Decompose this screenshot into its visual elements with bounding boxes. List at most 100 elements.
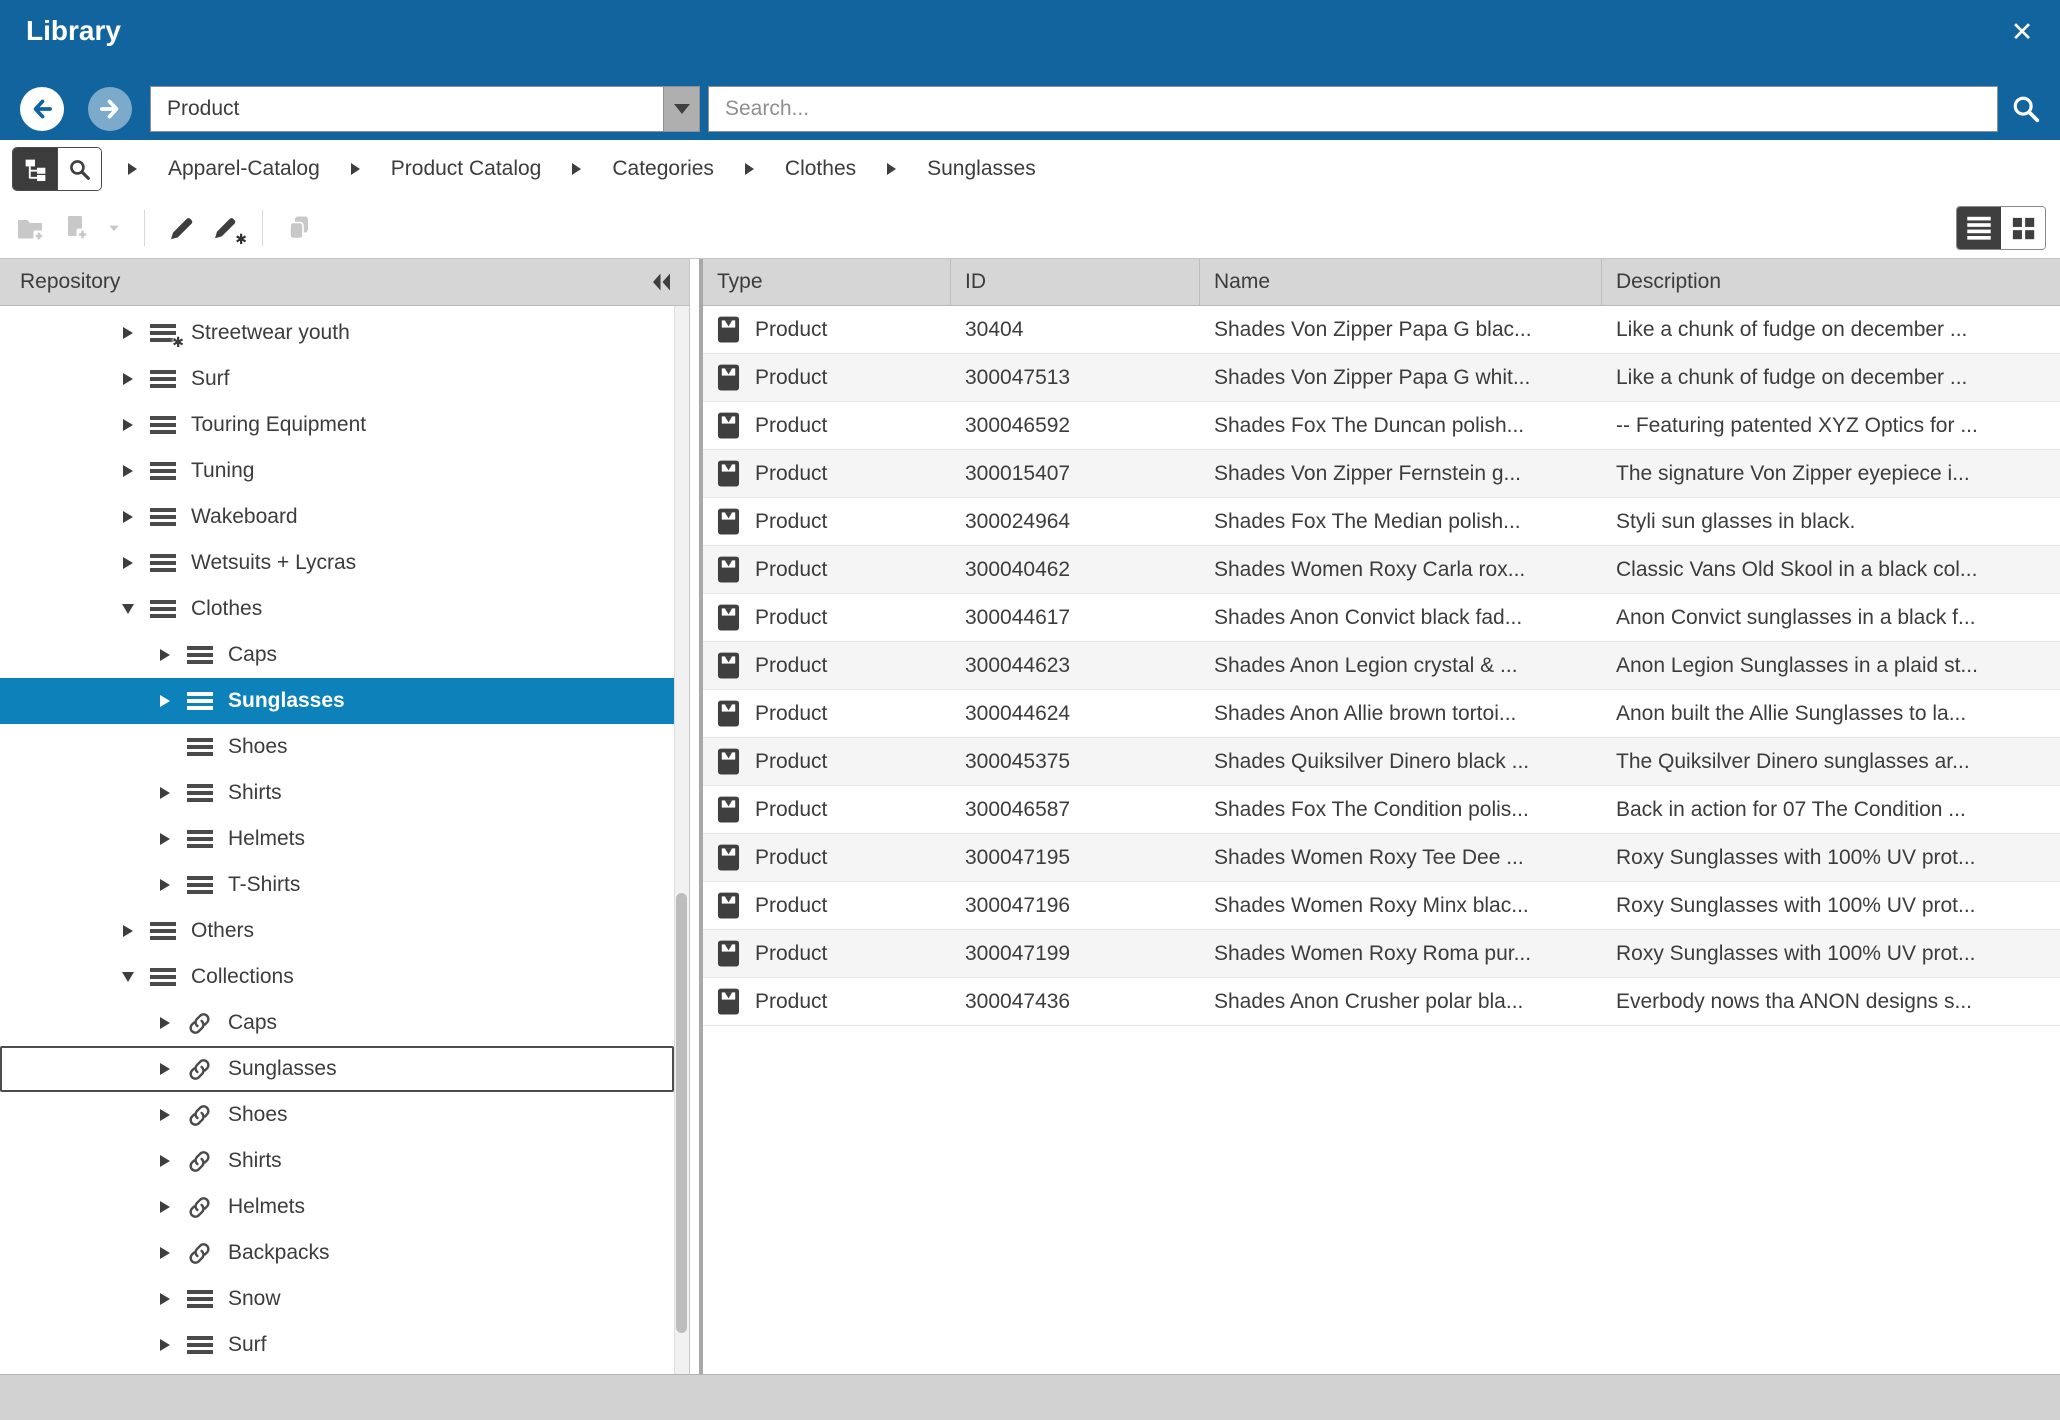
tree-item-caps[interactable]: Caps: [0, 632, 674, 678]
caret-right-icon: [351, 163, 360, 175]
expander-collapsed-icon[interactable]: [157, 1339, 173, 1351]
tree-item-shirts[interactable]: Shirts: [0, 1138, 674, 1184]
table-row[interactable]: Product30404Shades Von Zipper Papa G bla…: [703, 306, 2060, 354]
tree-item-shirts[interactable]: Shirts: [0, 770, 674, 816]
tree-item-tuning[interactable]: Tuning: [0, 448, 674, 494]
edit-new-button[interactable]: ✱: [208, 210, 244, 246]
expander-collapsed-icon[interactable]: [120, 925, 136, 937]
table-row[interactable]: Product300044624Shades Anon Allie brown …: [703, 690, 2060, 738]
expander-expanded-icon[interactable]: [120, 972, 136, 982]
id-cell: 300044617: [951, 594, 1200, 641]
column-header-name[interactable]: Name: [1200, 259, 1602, 305]
table-row[interactable]: Product300047513Shades Von Zipper Papa G…: [703, 354, 2060, 402]
expander-collapsed-icon[interactable]: [157, 1017, 173, 1029]
expander-collapsed-icon[interactable]: [157, 695, 173, 707]
tree-item-collections[interactable]: Collections: [0, 954, 674, 1000]
tree-view-button[interactable]: [13, 148, 57, 190]
table-row[interactable]: Product300044623Shades Anon Legion cryst…: [703, 642, 2060, 690]
expander-expanded-icon[interactable]: [120, 604, 136, 614]
tree-item-touring-equipment[interactable]: Touring Equipment: [0, 402, 674, 448]
tree-scrollbar-thumb[interactable]: [676, 893, 687, 1333]
expander-collapsed-icon[interactable]: [157, 1155, 173, 1167]
tree-item-sunglasses[interactable]: Sunglasses: [0, 678, 674, 724]
name-cell: Shades Women Roxy Tee Dee ...: [1200, 834, 1602, 881]
tree-item-sunglasses[interactable]: Sunglasses: [0, 1046, 674, 1092]
tree-item-streetwear-youth[interactable]: ✱Streetwear youth: [0, 310, 674, 356]
table-row[interactable]: Product300015407Shades Von Zipper Fernst…: [703, 450, 2060, 498]
close-icon[interactable]: ✕: [2000, 10, 2044, 54]
tree-item-wakeboard[interactable]: Wakeboard: [0, 494, 674, 540]
expander-collapsed-icon[interactable]: [157, 1293, 173, 1305]
breadcrumb-item[interactable]: Clothes: [785, 157, 856, 181]
table-row[interactable]: Product300047196Shades Women Roxy Minx b…: [703, 882, 2060, 930]
table-row[interactable]: Product300047436Shades Anon Crusher pola…: [703, 978, 2060, 1026]
table-row[interactable]: Product300024964Shades Fox The Median po…: [703, 498, 2060, 546]
forward-button[interactable]: [88, 87, 132, 131]
results-table-body: Product30404Shades Von Zipper Papa G bla…: [703, 306, 2060, 1026]
column-header-description[interactable]: Description: [1602, 259, 2060, 305]
expander-collapsed-icon[interactable]: [120, 327, 136, 339]
new-content-button[interactable]: [57, 210, 93, 246]
thumbnail-view-button[interactable]: [2001, 207, 2045, 249]
tree-item-helmets[interactable]: Helmets: [0, 816, 674, 862]
breadcrumb-item[interactable]: Categories: [612, 157, 714, 181]
table-row[interactable]: Product300046592Shades Fox The Duncan po…: [703, 402, 2060, 450]
tree-item-surf[interactable]: Surf: [0, 1322, 674, 1368]
expander-collapsed-icon[interactable]: [120, 419, 136, 431]
tree-item-label: Backpacks: [228, 1241, 330, 1265]
tree-item-backpacks[interactable]: Backpacks: [0, 1230, 674, 1276]
edit-button[interactable]: [163, 210, 199, 246]
expander-collapsed-icon[interactable]: [157, 1201, 173, 1213]
search-mode-button[interactable]: [57, 148, 101, 190]
table-row[interactable]: Product300047199Shades Women Roxy Roma p…: [703, 930, 2060, 978]
panel-splitter[interactable]: [690, 259, 699, 1374]
expander-collapsed-icon[interactable]: [157, 1247, 173, 1259]
tree-item-clothes[interactable]: Clothes: [0, 586, 674, 632]
list-view-button[interactable]: [1957, 207, 2001, 249]
chevron-down-icon[interactable]: [663, 87, 699, 131]
expander-collapsed-icon[interactable]: [120, 465, 136, 477]
tree-item-snow[interactable]: Snow: [0, 1276, 674, 1322]
tree-item-shoes[interactable]: Shoes: [0, 724, 674, 770]
copy-button[interactable]: [281, 210, 317, 246]
new-content-menu-button[interactable]: [102, 210, 126, 246]
expander-collapsed-icon[interactable]: [120, 511, 136, 523]
tree-item-shoes[interactable]: Shoes: [0, 1092, 674, 1138]
expander-collapsed-icon[interactable]: [157, 833, 173, 845]
new-folder-button[interactable]: [12, 210, 48, 246]
content-type-dropdown[interactable]: Product: [150, 86, 700, 132]
category-bars: [150, 508, 176, 527]
column-header-type[interactable]: Type: [703, 259, 951, 305]
tree-item-caps[interactable]: Caps: [0, 1000, 674, 1046]
expander-collapsed-icon[interactable]: [157, 1109, 173, 1121]
column-header-id[interactable]: ID: [951, 259, 1200, 305]
tree-item-surf[interactable]: Surf: [0, 356, 674, 402]
double-chevron-left-icon[interactable]: [649, 271, 673, 293]
id-cell: 300045375: [951, 738, 1200, 785]
search-icon[interactable]: [2004, 90, 2048, 130]
tree-item-wetsuits-lycras[interactable]: Wetsuits + Lycras: [0, 540, 674, 586]
search-input[interactable]: [708, 86, 1998, 132]
tree-item-others[interactable]: Others: [0, 908, 674, 954]
tree-scrollbar[interactable]: [674, 306, 689, 1374]
table-row[interactable]: Product300040462Shades Women Roxy Carla …: [703, 546, 2060, 594]
tree-item-label: T-Shirts: [228, 873, 300, 897]
expander-collapsed-icon[interactable]: [120, 373, 136, 385]
table-row[interactable]: Product300046587Shades Fox The Condition…: [703, 786, 2060, 834]
tree-item-t-shirts[interactable]: T-Shirts: [0, 862, 674, 908]
breadcrumb-item[interactable]: Apparel-Catalog: [168, 157, 320, 181]
expander-collapsed-icon[interactable]: [120, 557, 136, 569]
type-cell: Product: [703, 930, 951, 977]
expander-collapsed-icon[interactable]: [157, 787, 173, 799]
table-row[interactable]: Product300045375Shades Quiksilver Dinero…: [703, 738, 2060, 786]
breadcrumb-item[interactable]: Sunglasses: [927, 157, 1036, 181]
table-row[interactable]: Product300044617Shades Anon Convict blac…: [703, 594, 2060, 642]
table-row[interactable]: Product300047195Shades Women Roxy Tee De…: [703, 834, 2060, 882]
tree-item-helmets[interactable]: Helmets: [0, 1184, 674, 1230]
expander-collapsed-icon[interactable]: [157, 1063, 173, 1075]
expander-collapsed-icon[interactable]: [157, 649, 173, 661]
window-title: Library: [26, 15, 121, 47]
back-button[interactable]: [20, 87, 64, 131]
expander-collapsed-icon[interactable]: [157, 879, 173, 891]
breadcrumb-item[interactable]: Product Catalog: [391, 157, 542, 181]
